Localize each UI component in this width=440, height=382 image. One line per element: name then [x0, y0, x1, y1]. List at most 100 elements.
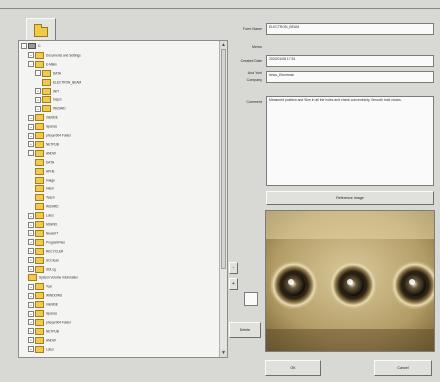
expand-icon[interactable]: +: [28, 292, 34, 299]
tree-item[interactable]: + RECYCLER: [28, 247, 64, 255]
delete-button[interactable]: Delete: [229, 322, 261, 338]
expand-icon[interactable]: +: [35, 105, 41, 112]
folder-icon: [35, 336, 44, 344]
tree-item[interactable]: + Lotus: [28, 345, 54, 353]
tree-item-label: RECYCLER: [46, 249, 64, 254]
tree-item[interactable]: - ANDW: [28, 149, 56, 157]
tree-item[interactable]: + WIZARD: [35, 105, 66, 113]
collapse-icon[interactable]: -: [28, 150, 34, 157]
tree-item-label: Teach: [46, 195, 55, 200]
tree-item[interactable]: Image: [35, 176, 55, 184]
folder-icon: [42, 69, 51, 77]
tree-item[interactable]: + Tool: [28, 283, 52, 291]
expand-icon[interactable]: +: [28, 257, 34, 264]
scroll-thumb[interactable]: [221, 49, 226, 269]
expand-icon[interactable]: +: [28, 337, 34, 344]
expand-icon[interactable]: +: [28, 248, 34, 255]
tree-item-label: IntelliDE: [46, 302, 58, 307]
tree-item-label: Ispance: [46, 124, 58, 129]
tree-item[interactable]: + ProgramFiles: [28, 238, 65, 246]
tree-item[interactable]: System Volume Information: [28, 274, 78, 282]
comment-label: Comment: [246, 100, 262, 104]
expand-icon[interactable]: +: [28, 123, 34, 130]
expand-icon[interactable]: +: [28, 310, 34, 317]
tree-item[interactable]: - C:: [21, 43, 41, 50]
expand-icon[interactable]: +: [28, 141, 34, 148]
tree-item[interactable]: + phoyer004 Folder: [28, 132, 71, 139]
reference-image-button[interactable]: Reference Image: [266, 191, 434, 205]
tree-item-label: SCClearr: [46, 257, 60, 262]
expand-icon[interactable]: +: [28, 266, 34, 272]
tree-item[interactable]: + Inspct: [35, 96, 62, 104]
tree-item[interactable]: + INIT: [35, 87, 59, 95]
image-index-field[interactable]: [244, 292, 258, 306]
tree-item[interactable]: + NewaXT: [28, 229, 59, 237]
expand-icon[interactable]: +: [28, 346, 34, 353]
tree-scrollbar[interactable]: ▲ ▼: [219, 41, 227, 357]
expand-icon[interactable]: +: [28, 239, 34, 246]
expand-icon[interactable]: +: [28, 319, 34, 326]
tree-item[interactable]: + SDLog: [28, 265, 56, 273]
tree-item-label: IntelliDE: [46, 115, 58, 120]
tree-item[interactable]: + NETPUB: [28, 140, 59, 148]
tree-item[interactable]: + Ispance: [28, 310, 57, 317]
expand-icon[interactable]: +: [28, 52, 34, 59]
tree-item[interactable]: + IntelliDE: [28, 114, 58, 122]
tree-item[interactable]: Teach: [35, 194, 55, 202]
tree-item-label: WIZARD: [53, 106, 66, 111]
tree-item[interactable]: WIZARD: [35, 203, 59, 211]
tree-item[interactable]: + phoyer004 Folder: [28, 318, 71, 326]
tree-item[interactable]: ELECTRON_BEAM: [42, 78, 81, 86]
next-image-button[interactable]: +: [229, 278, 238, 290]
folder-tree[interactable]: - C: + Documents and Settings - E-Mlain - DATA E…: [18, 40, 228, 358]
expand-icon[interactable]: +: [28, 132, 34, 139]
tree-item[interactable]: + MSWIO: [28, 221, 57, 228]
cancel-button[interactable]: Cancel: [374, 360, 432, 376]
tree-item-label: WINDOWS: [46, 293, 63, 298]
folder-icon: [35, 60, 44, 68]
expand-icon[interactable]: +: [28, 328, 34, 335]
scroll-down-icon[interactable]: ▼: [220, 349, 227, 357]
previous-image-button[interactable]: -: [229, 262, 238, 274]
folder-icon: [35, 132, 44, 139]
tree-item[interactable]: + NETPUB: [28, 327, 59, 335]
folder-icon: [35, 327, 44, 335]
expand-icon[interactable]: +: [28, 283, 34, 290]
tree-item[interactable]: Intern: [35, 185, 54, 193]
expand-icon[interactable]: +: [28, 301, 34, 308]
tree-item[interactable]: + SCClearr: [28, 256, 60, 264]
tree-item[interactable]: + Ispance: [28, 123, 58, 131]
company-field[interactable]: Ishou_Electronic: [266, 71, 434, 83]
collapse-icon[interactable]: -: [35, 70, 41, 77]
ok-button[interactable]: OK: [265, 360, 321, 376]
tree-item[interactable]: - DATA: [35, 69, 61, 77]
folder-icon: [35, 256, 44, 264]
tree-item-label: NewaXT: [46, 231, 59, 236]
expand-icon[interactable]: +: [35, 88, 41, 94]
tree-item[interactable]: APHE: [35, 167, 55, 175]
folder-icon: [35, 114, 44, 122]
expand-icon[interactable]: +: [28, 221, 34, 228]
comment-textarea[interactable]: Measured position and Size in all the ho…: [266, 96, 434, 186]
tree-item[interactable]: DATA: [35, 158, 55, 166]
created-date-field[interactable]: 2002/01/08 17:51: [266, 55, 434, 67]
collapse-icon[interactable]: -: [28, 61, 34, 68]
tree-item-label: Ispance: [46, 311, 58, 316]
tree-item[interactable]: + Lotus: [28, 212, 54, 220]
form-name-field[interactable]: ELECTRON_BEAM: [266, 23, 434, 35]
expand-icon[interactable]: +: [28, 114, 34, 121]
folder-icon: [35, 247, 44, 255]
tree-item[interactable]: + Documents and Settings: [28, 51, 81, 59]
expand-icon[interactable]: +: [28, 230, 34, 237]
tree-item[interactable]: + WINDOWS: [28, 292, 63, 300]
expand-icon[interactable]: +: [28, 212, 34, 219]
folder-icon: [35, 301, 44, 309]
expand-icon[interactable]: +: [35, 96, 41, 103]
tree-item-label: Lotus: [46, 346, 54, 351]
form-name-label: Form Name: [243, 27, 262, 31]
tree-item[interactable]: + IntelliDE: [28, 301, 58, 309]
tree-item[interactable]: + ANDW: [28, 336, 56, 344]
collapse-icon[interactable]: -: [21, 43, 27, 50]
tree-item[interactable]: - E-Mlain: [28, 60, 57, 68]
tree-item-label: DATA: [46, 160, 55, 165]
